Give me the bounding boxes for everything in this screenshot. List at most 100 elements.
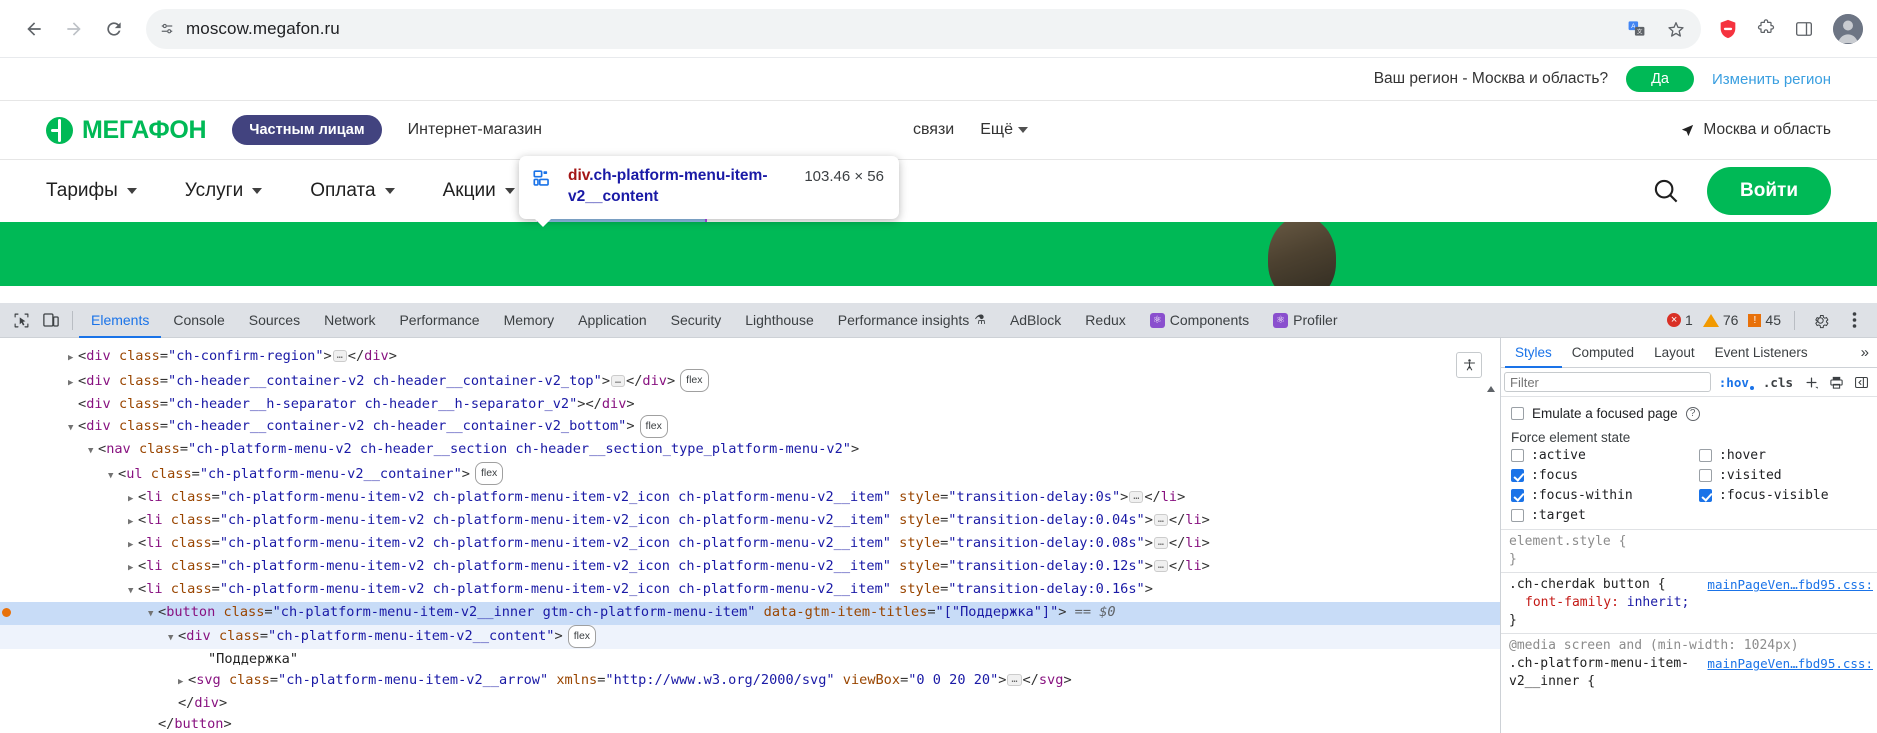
styles-filter-input[interactable] xyxy=(1504,372,1711,392)
dom-node-line[interactable]: </div> xyxy=(0,693,1500,714)
search-button[interactable] xyxy=(1651,176,1681,206)
emulate-focused-page-checkbox[interactable] xyxy=(1511,407,1524,420)
dom-node-line[interactable]: <div class="ch-header__container-v2 ch-h… xyxy=(0,369,1500,394)
address-bar[interactable]: moscow.megafon.ru A 文 xyxy=(146,8,1701,49)
css-property-name[interactable]: font-family: xyxy=(1509,595,1627,610)
collapse-triangle-icon[interactable] xyxy=(108,464,118,487)
translate-button[interactable]: A 文 xyxy=(1619,12,1653,46)
devtools-settings-button[interactable] xyxy=(1805,307,1835,334)
dom-node-line[interactable]: <li class="ch-platform-menu-item-v2 ch-p… xyxy=(0,510,1500,533)
expand-triangle-icon[interactable] xyxy=(128,556,138,579)
accessibility-toggle[interactable] xyxy=(1456,352,1482,378)
force-state-target[interactable]: :target xyxy=(1511,508,1699,523)
dom-node-line[interactable]: <div class="ch-platform-menu-item-v2__co… xyxy=(0,624,1500,649)
back-button[interactable] xyxy=(14,9,54,49)
dom-node-line[interactable]: <li class="ch-platform-menu-item-v2 ch-p… xyxy=(0,533,1500,556)
force-state-visited[interactable]: :visited xyxy=(1699,468,1867,483)
extensions-button[interactable] xyxy=(1749,12,1783,46)
inspect-element-button[interactable] xyxy=(6,307,36,334)
styles-tab-styles[interactable]: Styles xyxy=(1505,338,1562,368)
header-link-connection[interactable]: связи xyxy=(913,121,954,139)
info-badge[interactable]: ! 45 xyxy=(1745,312,1784,328)
bookmark-button[interactable] xyxy=(1659,12,1693,46)
expand-triangle-icon[interactable] xyxy=(68,371,78,394)
css-selector[interactable]: .ch-cherdak button { xyxy=(1509,577,1666,592)
new-style-rule-button[interactable] xyxy=(1799,375,1824,390)
collapse-triangle-icon[interactable] xyxy=(128,579,138,602)
dom-node-line[interactable]: <div class="ch-header__h-separator ch-he… xyxy=(0,394,1500,415)
css-selector[interactable]: .ch-platform-menu-item-v2__inner { xyxy=(1509,656,1689,689)
expand-triangle-icon[interactable] xyxy=(128,487,138,510)
force-state-focus[interactable]: :focus xyxy=(1511,468,1699,483)
styles-tab-layout[interactable]: Layout xyxy=(1644,338,1705,368)
force-state-checkbox[interactable] xyxy=(1699,469,1712,482)
devtools-tab-network[interactable]: Network xyxy=(312,303,387,338)
dom-node-line[interactable]: <svg class="ch-platform-menu-item-v2__ar… xyxy=(0,670,1500,693)
warning-badge[interactable]: 76 xyxy=(1700,312,1742,328)
header-more-menu[interactable]: Ещё xyxy=(980,121,1028,139)
side-panel-button[interactable] xyxy=(1787,12,1821,46)
force-state-checkbox[interactable] xyxy=(1511,449,1524,462)
platform-menu-item-2[interactable]: Услуги xyxy=(161,160,286,222)
force-state-active[interactable]: :active xyxy=(1511,448,1699,463)
header-region-indicator[interactable]: Москва и область xyxy=(1680,121,1831,139)
site-settings-button[interactable] xyxy=(152,14,182,44)
error-badge[interactable]: × 1 xyxy=(1664,312,1696,328)
expand-triangle-icon[interactable] xyxy=(68,346,78,369)
css-rule-block[interactable]: @media screen and (min-width: 1024px) mai… xyxy=(1501,633,1877,694)
devtools-tab-lighthouse[interactable]: Lighthouse xyxy=(733,303,826,338)
css-source-link[interactable]: mainPageVen…fbd95.css: xyxy=(1707,655,1877,673)
devtools-more-button[interactable] xyxy=(1839,307,1869,334)
devtools-tab-performance[interactable]: Performance xyxy=(387,303,491,338)
platform-menu-item-1[interactable]: Тарифы xyxy=(46,160,161,222)
css-source-link[interactable]: mainPageVen…fbd95.css: xyxy=(1707,576,1877,594)
dom-node-line[interactable]: </button> xyxy=(0,714,1500,733)
dom-node-line[interactable]: <div class="ch-confirm-region">…</div> xyxy=(0,346,1500,369)
force-state-checkbox[interactable] xyxy=(1511,469,1524,482)
devtools-tab-console[interactable]: Console xyxy=(161,303,236,338)
dom-node-line[interactable]: <nav class="ch-platform-menu-v2 ch-heade… xyxy=(0,439,1500,462)
force-state-checkbox[interactable] xyxy=(1511,489,1524,502)
region-yes-button[interactable]: Да xyxy=(1626,66,1694,92)
css-declaration[interactable]: font-family: inherit; xyxy=(1509,594,1877,612)
dom-node-line[interactable]: <li class="ch-platform-menu-item-v2 ch-p… xyxy=(0,556,1500,579)
device-toolbar-button[interactable] xyxy=(36,307,66,334)
profile-button[interactable] xyxy=(1833,13,1863,44)
help-icon[interactable]: ? xyxy=(1685,406,1700,421)
header-link-shop[interactable]: Интернет-магазин xyxy=(408,121,542,139)
dom-node-line[interactable]: <li class="ch-platform-menu-item-v2 ch-p… xyxy=(0,487,1500,510)
emulate-focused-page-row[interactable]: Emulate a focused page ? xyxy=(1501,397,1877,426)
devtools-tab-elements[interactable]: Elements xyxy=(79,303,161,338)
devtools-tab-components[interactable]: ⚛ Components xyxy=(1138,303,1261,338)
platform-menu-item-3[interactable]: Оплата xyxy=(286,160,418,222)
devtools-tab-memory[interactable]: Memory xyxy=(492,303,567,338)
breakpoint-marker[interactable] xyxy=(2,607,11,617)
url-text[interactable]: moscow.megafon.ru xyxy=(186,19,340,39)
expand-triangle-icon[interactable] xyxy=(128,510,138,533)
login-button[interactable]: Войти xyxy=(1707,167,1831,215)
css-rule-block[interactable]: element.style {} xyxy=(1501,529,1877,572)
dom-scroll-up-arrow[interactable] xyxy=(1484,382,1498,396)
devtools-tab-security[interactable]: Security xyxy=(659,303,734,338)
private-customers-pill[interactable]: Частным лицам xyxy=(232,115,382,145)
collapse-triangle-icon[interactable] xyxy=(88,439,98,462)
dom-node-line[interactable]: <li class="ch-platform-menu-item-v2 ch-p… xyxy=(0,579,1500,602)
css-rule-block[interactable]: mainPageVen…fbd95.css: .ch-cherdak button… xyxy=(1501,572,1877,633)
force-state-focus-visible[interactable]: :focus-visible xyxy=(1699,488,1867,503)
region-change-link[interactable]: Изменить регион xyxy=(1712,71,1831,88)
reload-button[interactable] xyxy=(94,9,134,49)
styles-tab-event-listeners[interactable]: Event Listeners xyxy=(1705,338,1818,368)
force-hover-button[interactable]: :hov xyxy=(1716,375,1757,390)
force-state-focus-within[interactable]: :focus-within xyxy=(1511,488,1699,503)
force-state-hover[interactable]: :hover xyxy=(1699,448,1867,463)
computed-sidebar-button[interactable] xyxy=(1849,375,1874,390)
devtools-tab-profiler[interactable]: ⚛ Profiler xyxy=(1261,303,1349,338)
force-state-checkbox[interactable] xyxy=(1511,509,1524,522)
dom-node-line[interactable]: <button class="ch-platform-menu-item-v2_… xyxy=(0,601,1500,625)
css-property-value[interactable]: inherit; xyxy=(1627,595,1690,610)
dom-tree-pane[interactable]: <div class="ch-confirm-region">…</div> <d… xyxy=(0,338,1500,733)
collapse-triangle-icon[interactable] xyxy=(148,602,158,625)
dom-node-line[interactable]: "Поддержка" xyxy=(0,649,1500,670)
collapse-triangle-icon[interactable] xyxy=(168,626,178,649)
expand-triangle-icon[interactable] xyxy=(178,670,188,693)
